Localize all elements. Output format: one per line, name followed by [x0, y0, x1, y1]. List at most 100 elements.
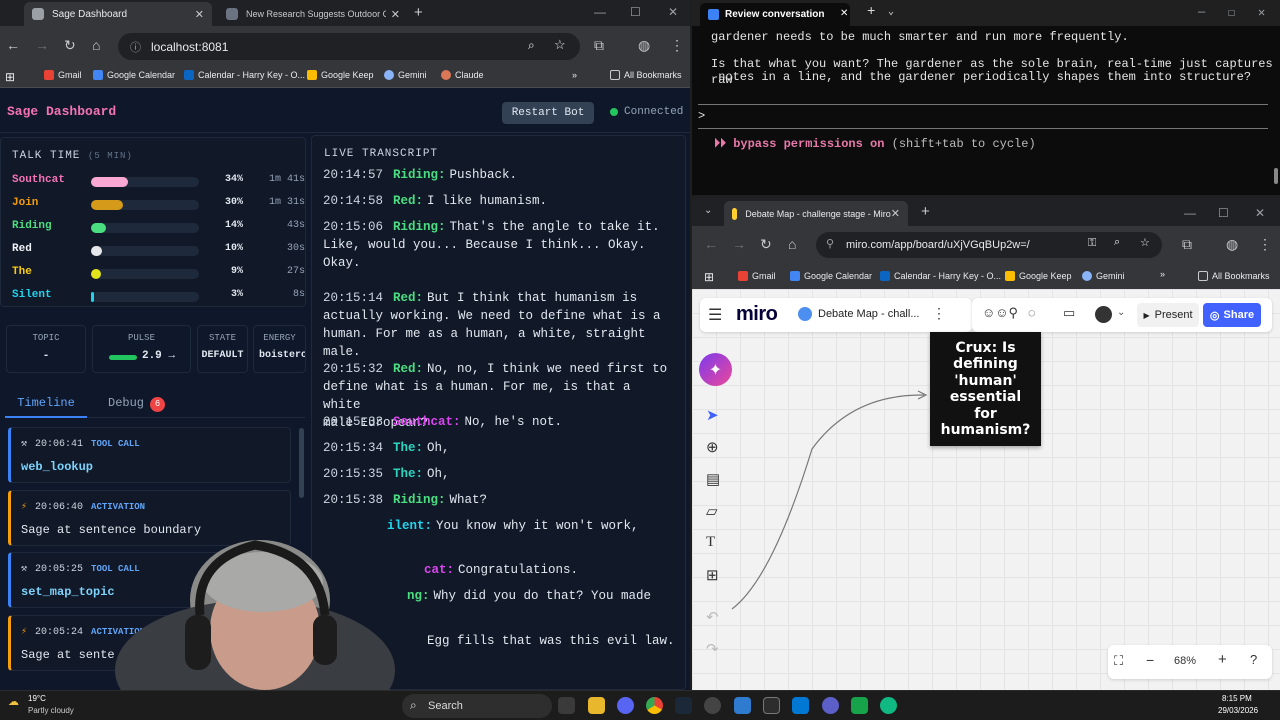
forward-icon[interactable]: →	[732, 236, 746, 252]
powershell-icon[interactable]	[792, 697, 809, 714]
tab-timeline[interactable]: Timeline	[5, 388, 87, 418]
notepad-icon[interactable]	[734, 697, 751, 714]
close-icon[interactable]: ✕	[195, 8, 204, 21]
bookmark-gemini[interactable]: Gemini	[384, 70, 427, 80]
tab-research[interactable]: New Research Suggests Outdoor Cat... ✕	[218, 2, 408, 26]
window-close-icon[interactable]: ✕	[668, 5, 678, 19]
bookmark-gmail[interactable]: Gmail	[44, 70, 82, 80]
transcript-line: 20:15:34 The: Oh,	[323, 439, 673, 457]
window-close-icon[interactable]: ✕	[1258, 5, 1265, 20]
clock-date[interactable]: 29/03/2026	[1218, 706, 1258, 715]
reload-icon[interactable]: ↻	[760, 236, 772, 253]
back-icon[interactable]: ←	[6, 37, 20, 53]
menu-icon[interactable]: ⋮	[1258, 236, 1272, 253]
zoom-level[interactable]: 68%	[1174, 655, 1196, 667]
app-icon[interactable]	[704, 697, 721, 714]
app-green-icon[interactable]	[851, 697, 868, 714]
stat-value-wrap: 2.9 →	[93, 350, 190, 362]
taskbar-search[interactable]: ⌕ Search	[402, 694, 552, 718]
tab-sage-dashboard[interactable]: Sage Dashboard ✕	[24, 2, 212, 26]
weather-icon[interactable]: ☁	[8, 695, 19, 708]
apps-icon[interactable]: ⊞	[5, 70, 15, 84]
sticky-note-crux[interactable]: Crux: Is defining 'human' essential for …	[930, 332, 1041, 446]
more-bookmarks-icon[interactable]: »	[572, 70, 577, 80]
profile-icon[interactable]: ◍	[638, 37, 650, 54]
file-explorer-icon[interactable]	[588, 697, 605, 714]
bookmark-star-icon[interactable]: ☆	[554, 37, 566, 53]
extensions-icon[interactable]: ⧉	[594, 37, 604, 54]
menu-icon[interactable]: ⋮	[670, 37, 684, 54]
tab-debug[interactable]: Debug 6	[108, 396, 166, 412]
all-bookmarks[interactable]: All Bookmarks	[610, 70, 682, 80]
transcript-text: Oh,	[427, 441, 450, 455]
bookmark-calendar[interactable]: Google Calendar	[93, 70, 175, 80]
terminal-scrollbar[interactable]	[1274, 168, 1278, 184]
minimize-icon[interactable]: —	[1198, 5, 1205, 19]
bookmark-outlook[interactable]: Calendar - Harry Key - O...	[880, 271, 1001, 281]
apps-icon[interactable]: ⊞	[704, 270, 714, 284]
timeline-card[interactable]: ⚒ 20:06:41 TOOL CALL web_lookup	[8, 427, 291, 483]
app-teal-icon[interactable]	[880, 697, 897, 714]
site-info-icon[interactable]: ⓘ	[130, 39, 141, 55]
weather-desc[interactable]: Partly cloudy	[28, 706, 74, 715]
speaker-name: Southcat	[12, 174, 65, 186]
maximize-icon[interactable]: ☐	[1218, 206, 1229, 220]
password-key-icon[interactable]: ⚿	[1088, 237, 1096, 250]
chevron-down-icon[interactable]: ⌄	[888, 6, 894, 18]
tab-miro[interactable]: Debate Map - challenge stage - Miro ✕	[724, 201, 908, 226]
extensions-icon[interactable]: ⧉	[1182, 236, 1192, 253]
bookmark-claude[interactable]: Claude	[441, 70, 484, 80]
all-bookmarks[interactable]: All Bookmarks	[1198, 271, 1270, 281]
address-bar[interactable]: ⓘ localhost:8081 ⌕ ☆	[118, 33, 580, 60]
bookmark-keep[interactable]: Google Keep	[1005, 271, 1072, 281]
new-tab-icon[interactable]: +	[867, 4, 875, 20]
close-icon[interactable]: ✕	[891, 207, 900, 220]
zoom-icon[interactable]: ⌕	[1114, 236, 1120, 249]
chrome-icon[interactable]	[646, 697, 663, 714]
task-view-icon[interactable]	[558, 697, 575, 714]
transcript-text: I like humanism.	[427, 194, 548, 208]
bookmark-outlook[interactable]: Calendar - Harry Key - O...	[184, 70, 305, 80]
window-close-icon[interactable]: ✕	[1255, 206, 1265, 220]
restart-bot-button[interactable]: Restart Bot	[502, 102, 594, 124]
site-info-icon[interactable]: ⚲	[826, 237, 834, 250]
terminal-icon[interactable]	[763, 697, 780, 714]
bookmark-keep[interactable]: Google Keep	[307, 70, 374, 80]
bookmark-label: All Bookmarks	[1212, 271, 1270, 281]
tab-search-icon[interactable]: ⌄	[704, 205, 712, 216]
minimize-icon[interactable]: —	[1184, 206, 1196, 220]
bookmark-star-icon[interactable]: ☆	[1140, 236, 1150, 249]
profile-icon[interactable]: ◍	[1226, 236, 1238, 253]
address-bar[interactable]: ⚲ miro.com/app/board/uXjVGqBUp2w=/ ⚿ ⌕ ☆	[816, 232, 1162, 258]
home-icon[interactable]: ⌂	[92, 37, 100, 53]
discord-icon[interactable]	[617, 697, 634, 714]
zoom-out-icon[interactable]: −	[1146, 652, 1154, 668]
bookmark-gmail[interactable]: Gmail	[738, 271, 776, 281]
maximize-icon[interactable]: ☐	[630, 5, 641, 19]
new-tab-icon[interactable]: +	[414, 4, 423, 21]
terminal-tab[interactable]: Review conversation ✕	[700, 3, 850, 26]
miro-board-canvas[interactable]: ☰ miro Debate Map - chall... ⋮ ☺☺⚲ ◌ ▭ ⌄…	[692, 289, 1280, 690]
home-icon[interactable]: ⌂	[788, 236, 796, 252]
back-icon[interactable]: ←	[704, 236, 718, 252]
fit-screen-icon[interactable]: ⛶	[1114, 653, 1123, 669]
more-bookmarks-icon[interactable]: »	[1160, 269, 1165, 279]
maximize-icon[interactable]: ☐	[1228, 5, 1235, 20]
terminal-prompt[interactable]: >	[698, 108, 705, 124]
weather-temp[interactable]: 19°C	[28, 694, 46, 703]
new-tab-icon[interactable]: +	[921, 203, 930, 220]
forward-icon[interactable]: →	[35, 37, 49, 53]
timeline-scrollbar[interactable]	[299, 428, 304, 498]
teams-icon[interactable]	[822, 697, 839, 714]
zoom-icon[interactable]: ⌕	[528, 38, 535, 53]
steam-icon[interactable]	[675, 697, 692, 714]
close-icon[interactable]: ✕	[840, 8, 848, 19]
minimize-icon[interactable]: —	[594, 5, 606, 19]
clock-time[interactable]: 8:15 PM	[1222, 694, 1252, 703]
close-icon[interactable]: ✕	[391, 8, 400, 21]
bookmark-gemini[interactable]: Gemini	[1082, 271, 1125, 281]
help-icon[interactable]: ?	[1250, 652, 1257, 667]
bookmark-calendar[interactable]: Google Calendar	[790, 271, 872, 281]
reload-icon[interactable]: ↻	[64, 37, 76, 54]
zoom-in-icon[interactable]: +	[1218, 651, 1227, 668]
